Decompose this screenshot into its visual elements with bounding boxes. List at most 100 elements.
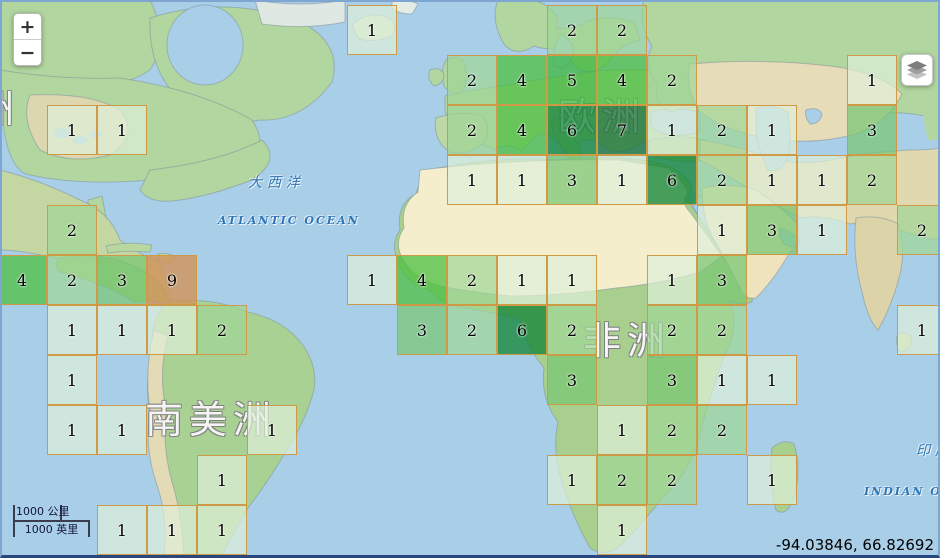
grid-cell-r7-c15[interactable]: 1: [747, 355, 797, 405]
grid-cell-r0-c7[interactable]: 1: [347, 5, 397, 55]
grid-cell-r6-c9[interactable]: 2: [447, 305, 497, 355]
cell-count: 2: [567, 321, 577, 340]
grid-cell-r2-c15[interactable]: 1: [747, 105, 797, 155]
cell-count: 1: [567, 271, 577, 290]
grid-cell-r6-c11[interactable]: 2: [547, 305, 597, 355]
grid-cell-r7-c1[interactable]: 1: [47, 355, 97, 405]
grid-cell-r1-c11[interactable]: 5: [547, 55, 597, 105]
grid-cell-r3-c16[interactable]: 1: [797, 155, 847, 205]
grid-cell-r3-c12[interactable]: 1: [597, 155, 647, 205]
grid-cell-r4-c18[interactable]: 2: [897, 205, 940, 255]
grid-cell-r2-c13[interactable]: 1: [647, 105, 697, 155]
grid-cell-r8-c5[interactable]: 1: [247, 405, 297, 455]
grid-cell-r7-c13[interactable]: 3: [647, 355, 697, 405]
grid-cell-r8-c14[interactable]: 2: [697, 405, 747, 455]
grid-cell-r2-c17[interactable]: 3: [847, 105, 897, 155]
grid-cell-r6-c2[interactable]: 1: [97, 305, 147, 355]
grid-cell-r8-c13[interactable]: 2: [647, 405, 697, 455]
grid-cell-r1-c17[interactable]: 1: [847, 55, 897, 105]
cell-count: 1: [117, 121, 127, 140]
grid-cell-r0-c11[interactable]: 2: [547, 5, 597, 55]
cell-count: 2: [667, 421, 677, 440]
grid-cell-r9-c15[interactable]: 1: [747, 455, 797, 505]
zoom-out-button[interactable]: −: [14, 39, 41, 65]
grid-cell-r2-c11[interactable]: 6: [547, 105, 597, 155]
grid-cell-r6-c3[interactable]: 1: [147, 305, 197, 355]
cell-count: 3: [567, 371, 577, 390]
grid-cell-r5-c14[interactable]: 3: [697, 255, 747, 305]
zoom-in-button[interactable]: +: [14, 14, 41, 39]
grid-cell-r9-c12[interactable]: 2: [597, 455, 647, 505]
grid-cell-r3-c17[interactable]: 2: [847, 155, 897, 205]
cell-count: 2: [917, 221, 927, 240]
grid-cell-r5-c7[interactable]: 1: [347, 255, 397, 305]
grid-cell-r10-c3[interactable]: 1: [147, 505, 197, 555]
grid-cell-r3-c10[interactable]: 1: [497, 155, 547, 205]
grid-cell-r2-c14[interactable]: 2: [697, 105, 747, 155]
cell-count: 2: [717, 121, 727, 140]
grid-cell-r4-c14[interactable]: 1: [697, 205, 747, 255]
cell-count: 1: [817, 171, 827, 190]
grid-cell-r8-c2[interactable]: 1: [97, 405, 147, 455]
grid-cell-r5-c2[interactable]: 3: [97, 255, 147, 305]
grid-cell-r1-c12[interactable]: 4: [597, 55, 647, 105]
grid-cell-r5-c1[interactable]: 2: [47, 255, 97, 305]
grid-cell-r6-c10[interactable]: 6: [497, 305, 547, 355]
grid-cell-r1-c10[interactable]: 4: [497, 55, 547, 105]
grid-cell-r6-c13[interactable]: 2: [647, 305, 697, 355]
cell-count: 2: [867, 171, 877, 190]
grid-cell-r3-c11[interactable]: 3: [547, 155, 597, 205]
grid-cell-r1-c9[interactable]: 2: [447, 55, 497, 105]
cell-count: 6: [567, 121, 577, 140]
cell-count: 2: [717, 321, 727, 340]
grid-cell-r5-c10[interactable]: 1: [497, 255, 547, 305]
grid-cell-r9-c11[interactable]: 1: [547, 455, 597, 505]
grid-cell-r9-c4[interactable]: 1: [197, 455, 247, 505]
grid-cell-r7-c11[interactable]: 3: [547, 355, 597, 405]
grid-cell-r5-c13[interactable]: 1: [647, 255, 697, 305]
grid-cell-r6-c18[interactable]: 1: [897, 305, 940, 355]
grid-cell-r2-c2[interactable]: 1: [97, 105, 147, 155]
grid-cell-r1-c13[interactable]: 2: [647, 55, 697, 105]
grid-cell-r3-c9[interactable]: 1: [447, 155, 497, 205]
layers-button[interactable]: [901, 54, 933, 86]
grid-cell-r4-c1[interactable]: 2: [47, 205, 97, 255]
grid-cell-r10-c4[interactable]: 1: [197, 505, 247, 555]
grid-cell-r5-c11[interactable]: 1: [547, 255, 597, 305]
grid-cell-r6-c14[interactable]: 2: [697, 305, 747, 355]
map-viewport[interactable]: 北美洲欧洲非洲南美洲大西洋ATLANTIC OCEAN印度洋INDIAN OCE…: [0, 0, 940, 558]
grid-cell-r6-c8[interactable]: 3: [397, 305, 447, 355]
grid-cell-r4-c16[interactable]: 1: [797, 205, 847, 255]
grid-cell-r2-c12[interactable]: 7: [597, 105, 647, 155]
grid-cell-r10-c12[interactable]: 1: [597, 505, 647, 555]
grid-cell-r7-c14[interactable]: 1: [697, 355, 747, 405]
cell-count: 2: [667, 71, 677, 90]
grid-cell-r5-c0[interactable]: 4: [0, 255, 47, 305]
grid-cell-r3-c15[interactable]: 1: [747, 155, 797, 205]
grid-cell-r10-c2[interactable]: 1: [97, 505, 147, 555]
cell-count: 1: [167, 321, 177, 340]
scale-miles: 1000 英里: [13, 520, 90, 537]
zoom-control: + −: [13, 13, 42, 66]
grid-cell-r8-c12[interactable]: 1: [597, 405, 647, 455]
grid-cell-r0-c12[interactable]: 2: [597, 5, 647, 55]
grid-cell-r9-c13[interactable]: 2: [647, 455, 697, 505]
cell-count: 1: [167, 521, 177, 540]
cell-count: 1: [467, 171, 477, 190]
grid-cell-r6-c1[interactable]: 1: [47, 305, 97, 355]
grid-cell-r6-c4[interactable]: 2: [197, 305, 247, 355]
grid-cell-r8-c1[interactable]: 1: [47, 405, 97, 455]
cell-count: 1: [367, 21, 377, 40]
grid-cell-r4-c15[interactable]: 3: [747, 205, 797, 255]
cell-count: 1: [817, 221, 827, 240]
cell-count: 3: [767, 221, 777, 240]
grid-cell-r2-c9[interactable]: 2: [447, 105, 497, 155]
grid-cell-r5-c3[interactable]: 9: [147, 255, 197, 305]
cell-count: 1: [917, 321, 927, 340]
grid-cell-r2-c1[interactable]: 1: [47, 105, 97, 155]
grid-cell-r3-c13[interactable]: 6: [647, 155, 697, 205]
grid-cell-r2-c10[interactable]: 4: [497, 105, 547, 155]
grid-cell-r3-c14[interactable]: 2: [697, 155, 747, 205]
grid-cell-r5-c8[interactable]: 4: [397, 255, 447, 305]
grid-cell-r5-c9[interactable]: 2: [447, 255, 497, 305]
